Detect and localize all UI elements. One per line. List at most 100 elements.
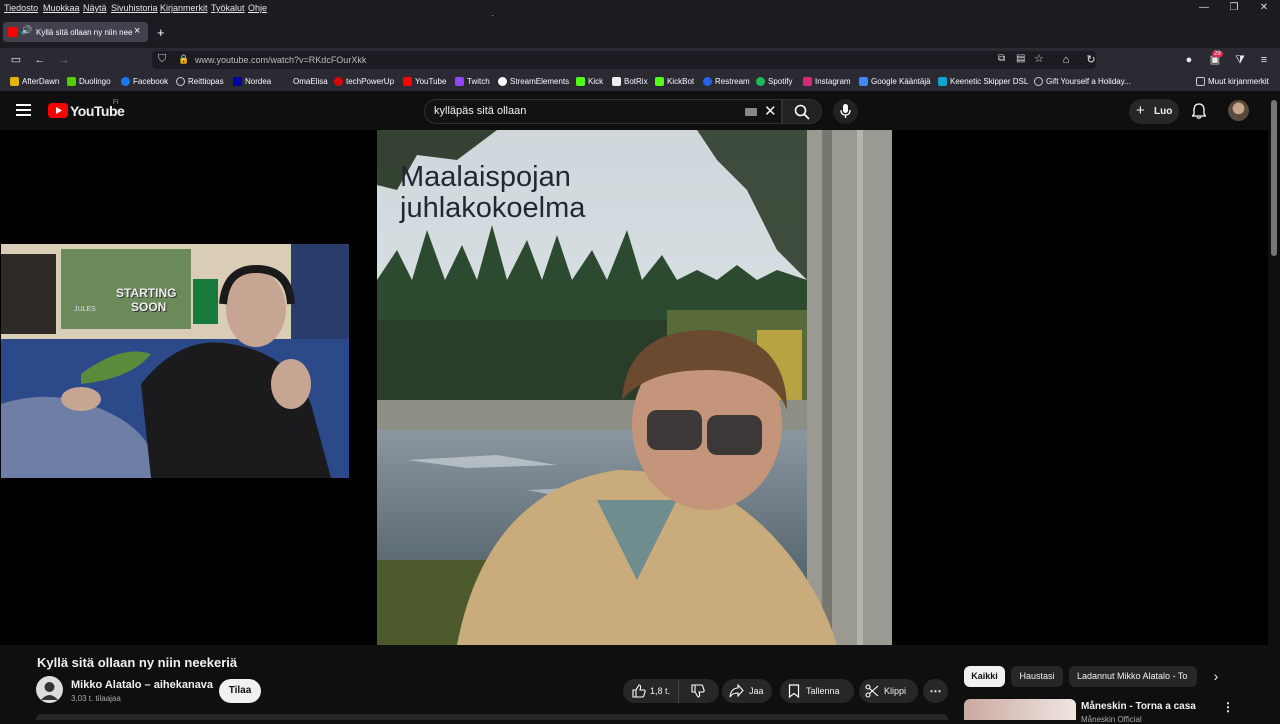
save-button[interactable]: Tallenna: [780, 679, 854, 703]
bookmark-keenetic[interactable]: Keenetic Skipper DSL: [938, 77, 1028, 86]
avatar[interactable]: [1228, 100, 1249, 121]
menu-history[interactable]: Sivuhistoria: [111, 3, 158, 13]
thumbs-up-icon: [632, 684, 646, 698]
tab-active[interactable]: 🔊 Kyllä sitä ollaan ny niin neekeriä ×: [3, 22, 148, 42]
duolingo-icon: [67, 77, 76, 86]
bookmark-afterdawn[interactable]: AfterDawn: [10, 77, 59, 86]
restore-icon[interactable]: ❐: [1224, 2, 1244, 14]
translate-icon[interactable]: ⧉: [998, 53, 1005, 64]
menu-help[interactable]: Ohje: [248, 3, 267, 13]
keyboard-icon[interactable]: [745, 108, 757, 116]
tab-close-icon[interactable]: ×: [134, 25, 140, 37]
scrollbar-thumb[interactable]: [1271, 100, 1277, 256]
create-button[interactable]: + Luo: [1129, 99, 1179, 124]
channel-avatar[interactable]: [36, 676, 63, 703]
recommendation-menu-icon[interactable]: ⋮: [1222, 700, 1234, 714]
close-window-icon[interactable]: ✕: [1254, 2, 1274, 14]
tab-title: Kyllä sitä ollaan ny niin neekeriä: [36, 28, 133, 37]
bookmark-kickbot[interactable]: KickBot: [655, 77, 694, 86]
bookmark-restream[interactable]: Restream: [703, 77, 750, 86]
bookmark-duolingo[interactable]: Duolingo: [67, 77, 111, 86]
keenetic-icon: [938, 77, 947, 86]
youtube-logo-icon[interactable]: [48, 103, 68, 118]
home-icon[interactable]: ⌂: [1058, 52, 1074, 68]
lock-icon[interactable]: 🔒: [178, 54, 189, 65]
bookmark-streamelements[interactable]: StreamElements: [498, 77, 569, 86]
share-button[interactable]: Jaa: [722, 679, 772, 703]
streamelements-icon: [498, 77, 507, 86]
bookmark-youtube[interactable]: YouTube: [403, 77, 446, 86]
url-text[interactable]: www.youtube.com/watch?v=RKdcFOurXkk: [195, 55, 366, 65]
bookmark-gift[interactable]: Gift Yourself a Holiday...: [1034, 77, 1131, 86]
create-label: Luo: [1154, 106, 1173, 117]
elisa-icon: [281, 77, 290, 86]
more-actions-button[interactable]: ⋯: [923, 679, 948, 703]
share-label: Jaa: [749, 686, 764, 696]
bookmark-botrix[interactable]: BotRix: [612, 77, 648, 86]
bookmark-twitch[interactable]: Twitch: [455, 77, 490, 86]
bookmark-facebook[interactable]: Facebook: [121, 77, 168, 86]
menu-bookmarks[interactable]: Kirjanmerkit: [160, 3, 208, 13]
bookmark-instagram[interactable]: Instagram: [803, 77, 851, 86]
google-translate-icon: [859, 77, 868, 86]
chip-uploaded-by[interactable]: Ladannut Mikko Alatalo - To: [1069, 666, 1197, 687]
chip-all[interactable]: Kaikki: [964, 666, 1005, 687]
video-title: Kyllä sitä ollaan ny niin neekeriä: [37, 655, 238, 670]
clip-button[interactable]: Klippi: [859, 679, 918, 703]
bookmark-star-icon[interactable]: ☆: [1034, 52, 1044, 65]
search-icon: [794, 104, 810, 120]
bookmark-techpowerup[interactable]: techPowerUp: [334, 77, 394, 86]
webcam-overlay: STARTING SOON JULES: [1, 244, 349, 478]
clear-search-icon[interactable]: ✕: [764, 102, 777, 120]
channel-name[interactable]: Mikko Alatalo – aihekanava: [71, 679, 213, 691]
description-box[interactable]: [36, 714, 948, 720]
bookmark-reittiopas[interactable]: Reittiopas: [176, 77, 224, 86]
like-button[interactable]: 1,8 t.: [623, 679, 679, 703]
reload-icon[interactable]: ↻: [1083, 52, 1099, 68]
sidebar-icon[interactable]: ▭: [8, 52, 24, 68]
chip-for-you[interactable]: Haustasi: [1011, 666, 1063, 687]
account-icon[interactable]: ●: [1181, 52, 1197, 68]
back-icon[interactable]: ←: [32, 52, 48, 68]
bookmark-kick[interactable]: Kick: [576, 77, 603, 86]
dislike-button[interactable]: [681, 679, 719, 703]
bookmark-google-translate[interactable]: Google Kääntäjä: [859, 77, 931, 86]
plus-icon: +: [1136, 102, 1145, 119]
speaker-icon[interactable]: 🔊: [21, 25, 32, 36]
search-button[interactable]: [782, 99, 822, 124]
extensions-puzzle-icon[interactable]: ⧩: [1232, 52, 1248, 68]
search-box[interactable]: kylläpäs sitä ollaan ✕: [424, 99, 782, 124]
search-input[interactable]: kylläpäs sitä ollaan: [434, 105, 526, 117]
chevron-right-icon[interactable]: ›: [1205, 666, 1227, 687]
recommendation-title[interactable]: Måneskin - Torna a casa: [1081, 701, 1196, 712]
minimize-icon[interactable]: —: [1194, 2, 1214, 14]
forward-icon[interactable]: →: [56, 52, 72, 68]
menu-view[interactable]: Näytä: [83, 3, 107, 13]
extension-badge: 29: [1212, 51, 1223, 57]
poster-text-starting: STARTING: [116, 286, 177, 300]
menu-tools[interactable]: Työkalut: [211, 3, 245, 13]
voice-search-button[interactable]: [833, 99, 858, 124]
shield-icon[interactable]: ⛉: [158, 53, 166, 66]
facebook-icon: [121, 77, 130, 86]
recommendation-thumbnail[interactable]: [964, 699, 1076, 720]
bookmark-spotify[interactable]: Spotify: [756, 77, 792, 86]
bookmarks-bar: AfterDawn Duolingo Facebook Reittiopas N…: [0, 72, 1280, 92]
menu-edit[interactable]: Muokkaa: [43, 3, 80, 13]
like-count: 1,8 t.: [650, 686, 671, 696]
bookmark-nordea[interactable]: Nordea: [233, 77, 271, 86]
techpowerup-icon: [334, 77, 343, 86]
new-tab-button[interactable]: +: [157, 25, 165, 40]
subscribe-button[interactable]: Tilaa: [219, 679, 261, 703]
album-title: Maalaispojan juhlakokoelma: [400, 162, 585, 224]
poster-text-small: JULES: [74, 306, 96, 313]
hamburger-menu-icon[interactable]: [16, 104, 31, 116]
poster-text-soon: SOON: [131, 300, 167, 314]
bookmark-omaelisa[interactable]: OmaElisa: [281, 77, 328, 86]
notifications-bell-icon[interactable]: [1192, 103, 1206, 119]
menu-file[interactable]: Tiedosto: [4, 3, 38, 13]
other-bookmarks[interactable]: Muut kirjanmerkit: [1196, 77, 1269, 86]
reader-view-icon[interactable]: ▤: [1016, 53, 1025, 64]
app-menu-icon[interactable]: ≡: [1256, 52, 1272, 68]
url-bar[interactable]: ⛉ 🔒 www.youtube.com/watch?v=RKdcFOurXkk …: [152, 51, 1096, 69]
